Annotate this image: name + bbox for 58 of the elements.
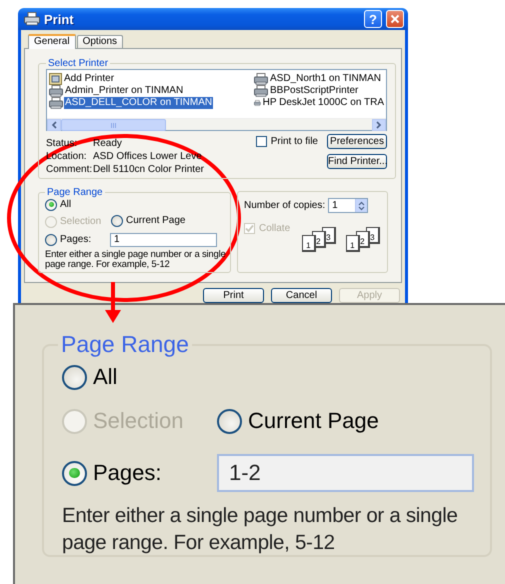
scrollbar-thumb[interactable] <box>61 119 166 131</box>
check-icon <box>245 224 254 233</box>
option-label: Current Page <box>126 215 186 226</box>
group-title: Select Printer <box>47 58 110 69</box>
dialog-button[interactable]: Print <box>203 288 264 303</box>
page-sheet: 1 <box>302 235 316 252</box>
status-value: Dell 5110cn Color Printer <box>93 164 205 176</box>
option-label: Selection <box>60 216 102 228</box>
callout-arrow <box>105 282 121 323</box>
printer-item[interactable]: Admin_Printer on TINMAN <box>64 85 184 97</box>
radio-button[interactable] <box>45 198 57 210</box>
printer-icon <box>49 85 63 97</box>
pages-input[interactable]: 1 <box>110 232 217 246</box>
option-label: Selection <box>93 408 184 434</box>
option-label: Pages: <box>60 234 92 245</box>
scrollbar[interactable] <box>47 118 386 130</box>
hint-text: Enter either a single page number or a single page range. For example, 5-12 <box>62 503 459 556</box>
status-label: Comment: <box>46 164 93 176</box>
radio-button[interactable] <box>62 460 87 486</box>
copies-label: Number of copies: <box>244 200 326 211</box>
radio-button[interactable] <box>45 234 57 246</box>
printer-item[interactable]: HP DeskJet 1000C on TRA <box>262 97 385 109</box>
scroll-left-button[interactable] <box>47 119 61 131</box>
printer-item[interactable]: Add Printer <box>63 73 116 85</box>
option-label: All <box>60 199 72 210</box>
copies-spinner[interactable]: 1 <box>328 198 368 213</box>
printer-icon <box>49 97 63 109</box>
radio-button[interactable] <box>62 364 87 390</box>
option-label: All <box>93 364 118 390</box>
printer-item[interactable]: ASD_DELL_COLOR on TINMAN <box>64 97 214 109</box>
group-title: Page Range <box>46 187 104 198</box>
group-title: Page Range <box>60 331 190 358</box>
spin-arrows-icon <box>358 200 366 210</box>
pages-input[interactable]: 1-2 <box>217 454 474 492</box>
option-label: Pages: <box>93 460 162 486</box>
printer-item[interactable]: ASD_North1 on TINMAN <box>269 73 382 85</box>
status-value: Ready <box>93 138 123 150</box>
chevron-right-icon <box>376 121 382 129</box>
hint-text: Enter either a single page number or a single page range. For example, 5-12 <box>45 250 226 270</box>
printer-item[interactable]: BBPostScriptPrinter <box>269 85 360 97</box>
tab[interactable]: Options <box>76 35 124 48</box>
scroll-right-button[interactable] <box>372 119 386 131</box>
printer-icon <box>24 12 40 26</box>
print-to-file-checkbox[interactable]: Print to file <box>256 136 318 147</box>
close-button[interactable] <box>386 10 404 28</box>
preferences-button[interactable]: Preferences <box>327 134 387 149</box>
tab[interactable]: General <box>28 34 76 49</box>
dialog-button[interactable]: Cancel <box>271 288 332 303</box>
add-printer-icon <box>49 73 62 85</box>
close-icon <box>390 14 400 24</box>
printer-icon <box>254 73 268 85</box>
chevron-left-icon <box>51 121 57 129</box>
window-title: Print <box>44 12 75 26</box>
page-sheet: 1 <box>346 235 360 252</box>
option-label: Current Page <box>248 408 379 434</box>
help-button[interactable]: ? <box>364 10 382 28</box>
radio-button[interactable] <box>111 214 123 226</box>
radio-button[interactable] <box>217 408 242 434</box>
